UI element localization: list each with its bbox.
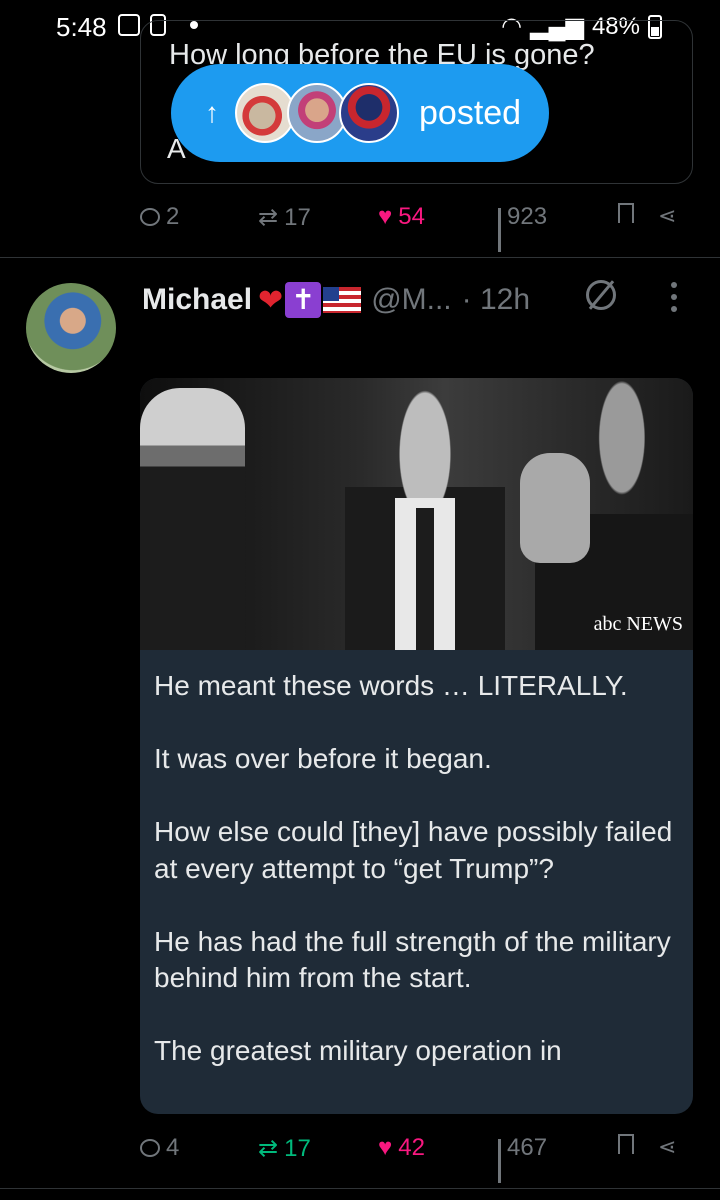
avatar (235, 83, 295, 143)
author-name[interactable]: Michael (142, 283, 252, 317)
share-icon: ⋖ (658, 1134, 677, 1159)
heart-icon: ♥ (378, 1134, 393, 1161)
author-row: Michael ❤ ✝ @M... · 12h (142, 280, 530, 320)
views-count: 923 (507, 203, 548, 230)
status-time: 5:48 (56, 12, 107, 42)
retweet-count: 17 (284, 203, 311, 231)
divider (0, 257, 720, 258)
grok-icon[interactable] (586, 280, 616, 310)
views-icon (498, 208, 501, 252)
reply-count: 2 (166, 203, 180, 230)
like-button[interactable]: ♥ 42 (378, 1134, 425, 1162)
video-figure (140, 388, 245, 650)
prev-tweet-actions: 2 ⇄ 17 ♥ 54 923 ⋖ (140, 203, 700, 252)
post-paragraph: He meant these words … LITERALLY. (154, 670, 628, 701)
heart-icon: ♥ (378, 203, 393, 230)
avatar (339, 83, 399, 143)
bookmark-button[interactable] (618, 203, 634, 223)
us-flag-emoji-icon (323, 287, 362, 313)
views-count: 467 (507, 1134, 548, 1161)
video-figure (520, 453, 590, 563)
gallery-notification-icon (118, 14, 140, 36)
reply-button[interactable]: 2 (140, 203, 179, 231)
divider (0, 1188, 720, 1189)
bookmark-button[interactable] (618, 1134, 634, 1154)
retweet-button[interactable]: ⇄ 17 (258, 203, 311, 232)
share-icon: ⋖ (658, 203, 677, 228)
video-thumbnail[interactable]: abc NEWS (140, 378, 693, 650)
author-handle[interactable]: @M... (371, 283, 451, 317)
post-paragraph: He has had the full strength of the mili… (154, 925, 671, 994)
post-paragraph: It was over before it began. (154, 743, 492, 774)
post-text: He meant these words … LITERALLY. It was… (154, 668, 674, 1106)
post-time[interactable]: · 12h (462, 283, 530, 317)
like-button[interactable]: ♥ 54 (378, 203, 425, 231)
retweet-button[interactable]: ⇄ 17 (258, 1134, 311, 1163)
tweet-actions: 4 ⇄ 17 ♥ 42 467 ⋖ (140, 1134, 700, 1183)
avatar (287, 83, 347, 143)
reply-icon (140, 208, 160, 226)
pill-label: posted (419, 93, 522, 132)
share-button[interactable]: ⋖ (658, 203, 676, 229)
bookmark-icon (618, 203, 634, 223)
arrow-up-icon: ↑ (205, 97, 219, 128)
media-card[interactable]: abc NEWS He meant these words … LITERALL… (140, 378, 693, 1114)
author-avatar[interactable] (26, 283, 116, 373)
views-button[interactable]: 467 (498, 1134, 548, 1183)
views-button[interactable]: 923 (498, 203, 548, 252)
heart-emoji-icon: ❤ (258, 283, 284, 317)
bookmark-icon (618, 1134, 634, 1154)
video-figure (416, 508, 434, 650)
reply-count: 4 (166, 1134, 180, 1161)
pill-avatars (235, 83, 399, 143)
new-posts-pill[interactable]: ↑ posted (171, 64, 549, 162)
cross-emoji-icon: ✝ (285, 282, 322, 318)
like-count: 42 (398, 1134, 425, 1161)
retweet-icon: ⇄ (258, 204, 279, 231)
reply-icon (140, 1139, 160, 1157)
like-count: 54 (398, 203, 425, 230)
abc-news-watermark: abc NEWS (593, 613, 683, 635)
reply-button[interactable]: 4 (140, 1134, 179, 1162)
more-options-icon[interactable] (671, 282, 679, 312)
share-button[interactable]: ⋖ (658, 1134, 676, 1160)
retweet-count: 17 (284, 1134, 311, 1162)
views-icon (498, 1139, 501, 1183)
post-paragraph: The greatest military operation in (154, 1035, 562, 1066)
post-paragraph: How else could [they] have possibly fail… (154, 816, 673, 884)
retweet-icon: ⇄ (258, 1135, 279, 1162)
